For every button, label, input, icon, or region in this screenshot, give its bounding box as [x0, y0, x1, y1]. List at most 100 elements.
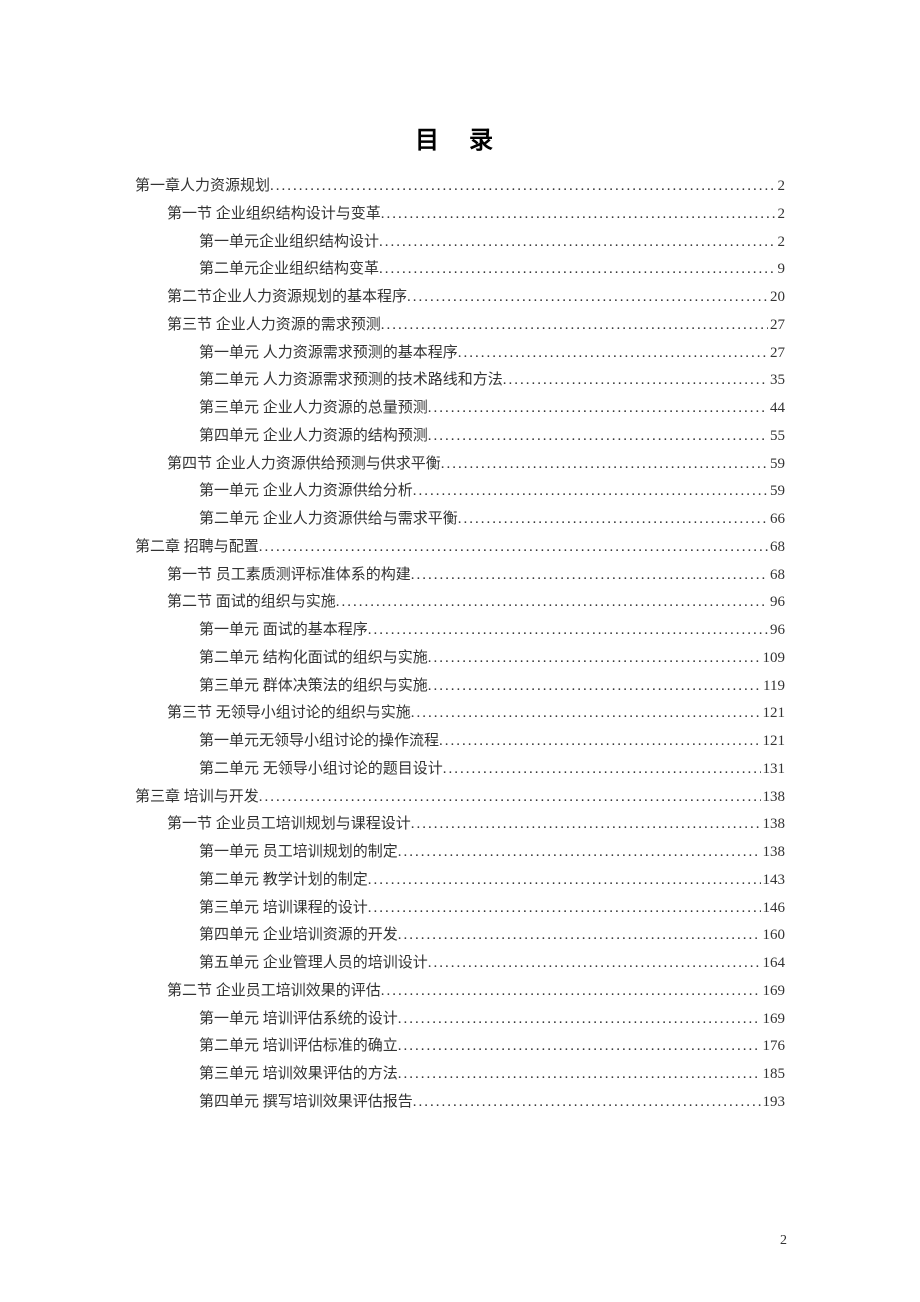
toc-entry-page: 119 [761, 673, 785, 701]
toc-entry: 第二章 招聘与配置68 [135, 534, 785, 562]
toc-entry: 第一单元企业组织结构设计 2 [135, 229, 785, 257]
toc-leader-dots [379, 229, 775, 257]
toc-entry-page: 2 [776, 201, 786, 229]
toc-entry-text: 第一单元无领导小组讨论的操作流程 [199, 728, 439, 756]
toc-entry: 第二单元企业组织结构变革9 [135, 256, 785, 284]
toc-entry-text: 第一单元企业组织结构设计 [199, 229, 379, 257]
toc-leader-dots [398, 1033, 761, 1061]
toc-entry: 第一单元 培训评估系统的设计169 [135, 1006, 785, 1034]
toc-entry-text: 第一单元 人力资源需求预测的基本程序 [199, 340, 458, 368]
toc-entry-page: 160 [761, 922, 786, 950]
toc-entry-page: 96 [768, 589, 785, 617]
toc-entry-page: 185 [761, 1061, 786, 1089]
toc-leader-dots [259, 784, 761, 812]
toc-leader-dots [439, 728, 760, 756]
toc-entry-page: 131 [761, 756, 786, 784]
toc-entry-text: 第一单元 员工培训规划的制定 [199, 839, 398, 867]
toc-entry-text: 第一节 企业员工培训规划与课程设计 [167, 811, 411, 839]
toc-entry: 第二单元 培训评估标准的确立 176 [135, 1033, 785, 1061]
toc-entry-text: 第三节 企业人力资源的需求预测 [167, 312, 381, 340]
toc-entry-page: 2 [776, 229, 786, 257]
toc-entry-text: 第一节 员工素质测评标准体系的构建 [167, 562, 411, 590]
toc-leader-dots [428, 950, 761, 978]
toc-entry: 第五单元 企业管理人员的培训设计 164 [135, 950, 785, 978]
toc-leader-dots [368, 617, 768, 645]
toc-entry-text: 第二单元 无领导小组讨论的题目设计 [199, 756, 443, 784]
toc-entry: 第一单元无领导小组讨论的操作流程 121 [135, 728, 785, 756]
toc-entry-text: 第五单元 企业管理人员的培训设计 [199, 950, 428, 978]
toc-entry-page: 68 [768, 562, 785, 590]
toc-entry-page: 20 [768, 284, 785, 312]
toc-entry-page: 44 [768, 395, 785, 423]
toc-entry-page: 169 [761, 978, 786, 1006]
toc-entry-page: 59 [768, 478, 785, 506]
toc-entry-text: 第一单元 面试的基本程序 [199, 617, 368, 645]
toc-entry-page: 27 [768, 340, 785, 368]
toc-entry-text: 第四单元 企业培训资源的开发 [199, 922, 398, 950]
toc-entry-text: 第一节 企业组织结构设计与变革 [167, 201, 381, 229]
toc-entry: 第四单元 撰写培训效果评估报告 193 [135, 1089, 785, 1117]
page-number: 2 [780, 1233, 787, 1249]
toc-leader-dots [398, 922, 761, 950]
toc-entry: 第三单元 企业人力资源的总量预测44 [135, 395, 785, 423]
toc-entry-text: 第三节 无领导小组讨论的组织与实施 [167, 700, 411, 728]
toc-entry-text: 第三单元 培训课程的设计 [199, 895, 368, 923]
toc-entry: 第一节 企业组织结构设计与变革 2 [135, 201, 785, 229]
toc-entry-text: 第四单元 企业人力资源的结构预测 [199, 423, 428, 451]
toc-entry: 第三章 培训与开发 138 [135, 784, 785, 812]
toc-leader-dots [381, 312, 768, 340]
toc-entry-page: 138 [761, 784, 786, 812]
toc-title: 目 录 [135, 120, 785, 155]
toc-entry-page: 109 [761, 645, 786, 673]
toc-entry: 第一节 企业员工培训规划与课程设计138 [135, 811, 785, 839]
toc-entry: 第一节 员工素质测评标准体系的构建 68 [135, 562, 785, 590]
toc-entry: 第二单元 教学计划的制定143 [135, 867, 785, 895]
toc-leader-dots [398, 1006, 761, 1034]
toc-entry-page: 35 [768, 367, 785, 395]
toc-entry: 第二单元 无领导小组讨论的题目设计 131 [135, 756, 785, 784]
toc-entry: 第四单元 企业人力资源的结构预测55 [135, 423, 785, 451]
toc-entry: 第二节 面试的组织与实施 96 [135, 589, 785, 617]
toc-entry-page: 176 [761, 1033, 786, 1061]
toc-entry-page: 138 [761, 839, 786, 867]
toc-entry-text: 第二单元企业组织结构变革 [199, 256, 379, 284]
toc-entry: 第一单元 企业人力资源供给分析59 [135, 478, 785, 506]
toc-leader-dots [381, 978, 761, 1006]
toc-entry-text: 第二节 面试的组织与实施 [167, 589, 336, 617]
toc-entry: 第二单元 结构化面试的组织与实施109 [135, 645, 785, 673]
toc-leader-dots [379, 256, 775, 284]
toc-entry-text: 第四节 企业人力资源供给预测与供求平衡 [167, 451, 441, 479]
toc-entry-text: 第二单元 培训评估标准的确立 [199, 1033, 398, 1061]
toc-leader-dots [441, 451, 768, 479]
toc-entry-page: 68 [768, 534, 785, 562]
toc-entry: 第四节 企业人力资源供给预测与供求平衡59 [135, 451, 785, 479]
toc-entry-text: 第二单元 人力资源需求预测的技术路线和方法 [199, 367, 503, 395]
toc-leader-dots [368, 895, 761, 923]
toc-entry-page: 121 [761, 728, 786, 756]
toc-entry-page: 96 [768, 617, 785, 645]
toc-leader-dots [413, 1089, 761, 1117]
toc-leader-dots [458, 506, 768, 534]
toc-leader-dots [411, 700, 761, 728]
toc-entry-page: 146 [761, 895, 786, 923]
toc-entry-text: 第一章人力资源规划 [135, 173, 270, 201]
toc-entry: 第三节 企业人力资源的需求预测27 [135, 312, 785, 340]
toc-leader-dots [428, 645, 761, 673]
toc-entry-text: 第三章 培训与开发 [135, 784, 259, 812]
toc-entry-page: 164 [761, 950, 786, 978]
toc-entry-text: 第一单元 培训评估系统的设计 [199, 1006, 398, 1034]
toc-entry: 第三节 无领导小组讨论的组织与实施121 [135, 700, 785, 728]
toc-entry-page: 2 [776, 173, 786, 201]
toc-entry: 第三单元 培训课程的设计 146 [135, 895, 785, 923]
toc-entry-text: 第四单元 撰写培训效果评估报告 [199, 1089, 413, 1117]
toc-leader-dots [398, 1061, 761, 1089]
toc-leader-dots [398, 839, 761, 867]
toc-entry-text: 第二节 企业员工培训效果的评估 [167, 978, 381, 1006]
toc-leader-dots [443, 756, 761, 784]
toc-entry-page: 193 [761, 1089, 786, 1117]
toc-entry-text: 第三单元 群体决策法的组织与实施 [199, 673, 428, 701]
toc-leader-dots [270, 173, 775, 201]
toc-leader-dots [407, 284, 768, 312]
toc-leader-dots [503, 367, 768, 395]
toc-entry: 第一章人力资源规划 2 [135, 173, 785, 201]
